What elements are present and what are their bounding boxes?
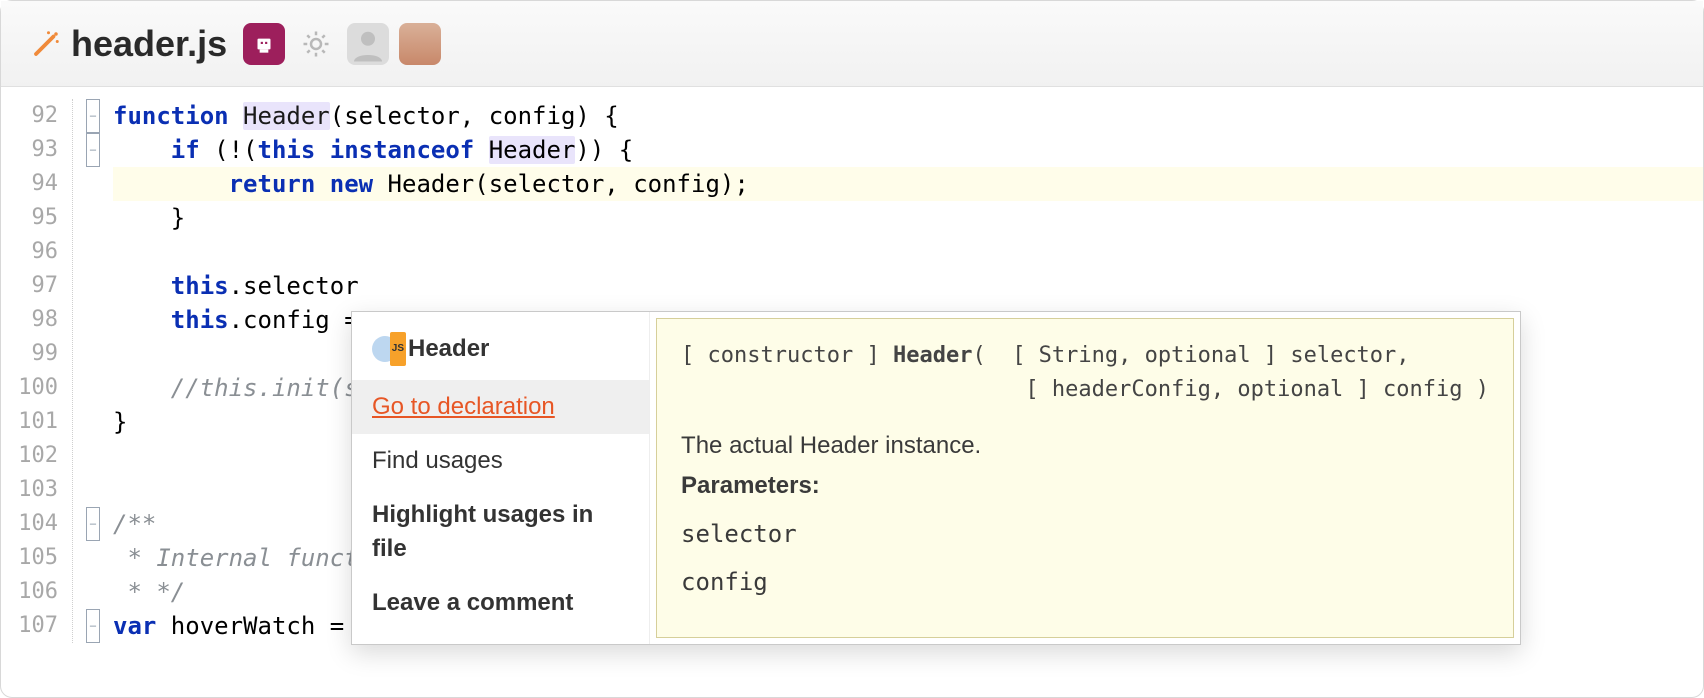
line-number: 102 [1,439,62,473]
line-number: 107 [1,609,62,643]
doc-param: config [681,565,1489,599]
line-number: 104 [1,507,62,541]
fold-toggle[interactable]: − [86,507,100,541]
doc-param: selector [681,517,1489,551]
line-number: 96 [1,235,62,269]
robot-badge-icon[interactable] [243,23,285,65]
popup-menu-item[interactable]: Highlight usages in file [352,488,649,576]
code-line[interactable]: function Header(selector, config) { [113,99,1703,133]
line-number: 93 [1,133,62,167]
magic-wand-icon [31,29,61,59]
line-number: 97 [1,269,62,303]
popup-menu-item[interactable]: Leave a comment [352,576,649,630]
popup-menu-item[interactable]: Go to declaration [352,380,649,434]
popup-title: Header [352,326,649,380]
js-class-icon [372,336,398,362]
symbol-popup: Header Go to declarationFind usagesHighl… [351,311,1521,645]
line-number: 99 [1,337,62,371]
popup-menu-item[interactable]: Find usages [352,434,649,488]
avatar-placeholder[interactable] [347,23,389,65]
code-line[interactable] [113,235,1703,269]
code-line[interactable]: this.selector [113,269,1703,303]
doc-signature: [ constructor ] Header( [ String, option… [681,339,1489,407]
documentation-pane: [ constructor ] Header( [ String, option… [656,318,1514,638]
line-number: 94 [1,167,62,201]
line-number-gutter: 9293949596979899100101102103104105106107 [1,99,73,643]
file-header-bar: header.js [1,1,1703,87]
code-line[interactable]: } [113,201,1703,235]
line-number: 105 [1,541,62,575]
line-number: 103 [1,473,62,507]
line-number: 100 [1,371,62,405]
line-number: 95 [1,201,62,235]
line-number: 106 [1,575,62,609]
fold-toggle[interactable]: − [86,609,100,643]
line-number: 92 [1,99,62,133]
fold-toggle[interactable]: − [86,99,100,133]
avatar-user[interactable] [399,23,441,65]
fold-column[interactable]: −−−− [73,99,113,643]
code-line[interactable]: return new Header(selector, config); [113,167,1703,201]
line-number: 98 [1,303,62,337]
file-name: header.js [71,23,227,65]
doc-description: The actual Header instance. [681,429,1489,463]
fold-toggle[interactable]: − [86,133,100,167]
doc-params-label: Parameters: [681,469,1489,503]
sun-gear-icon[interactable] [295,23,337,65]
code-line[interactable]: if (!(this instanceof Header)) { [113,133,1703,167]
code-editor[interactable]: 9293949596979899100101102103104105106107… [1,87,1703,643]
line-number: 101 [1,405,62,439]
popup-title-text: Header [408,332,489,366]
popup-menu-pane: Header Go to declarationFind usagesHighl… [352,312,650,644]
